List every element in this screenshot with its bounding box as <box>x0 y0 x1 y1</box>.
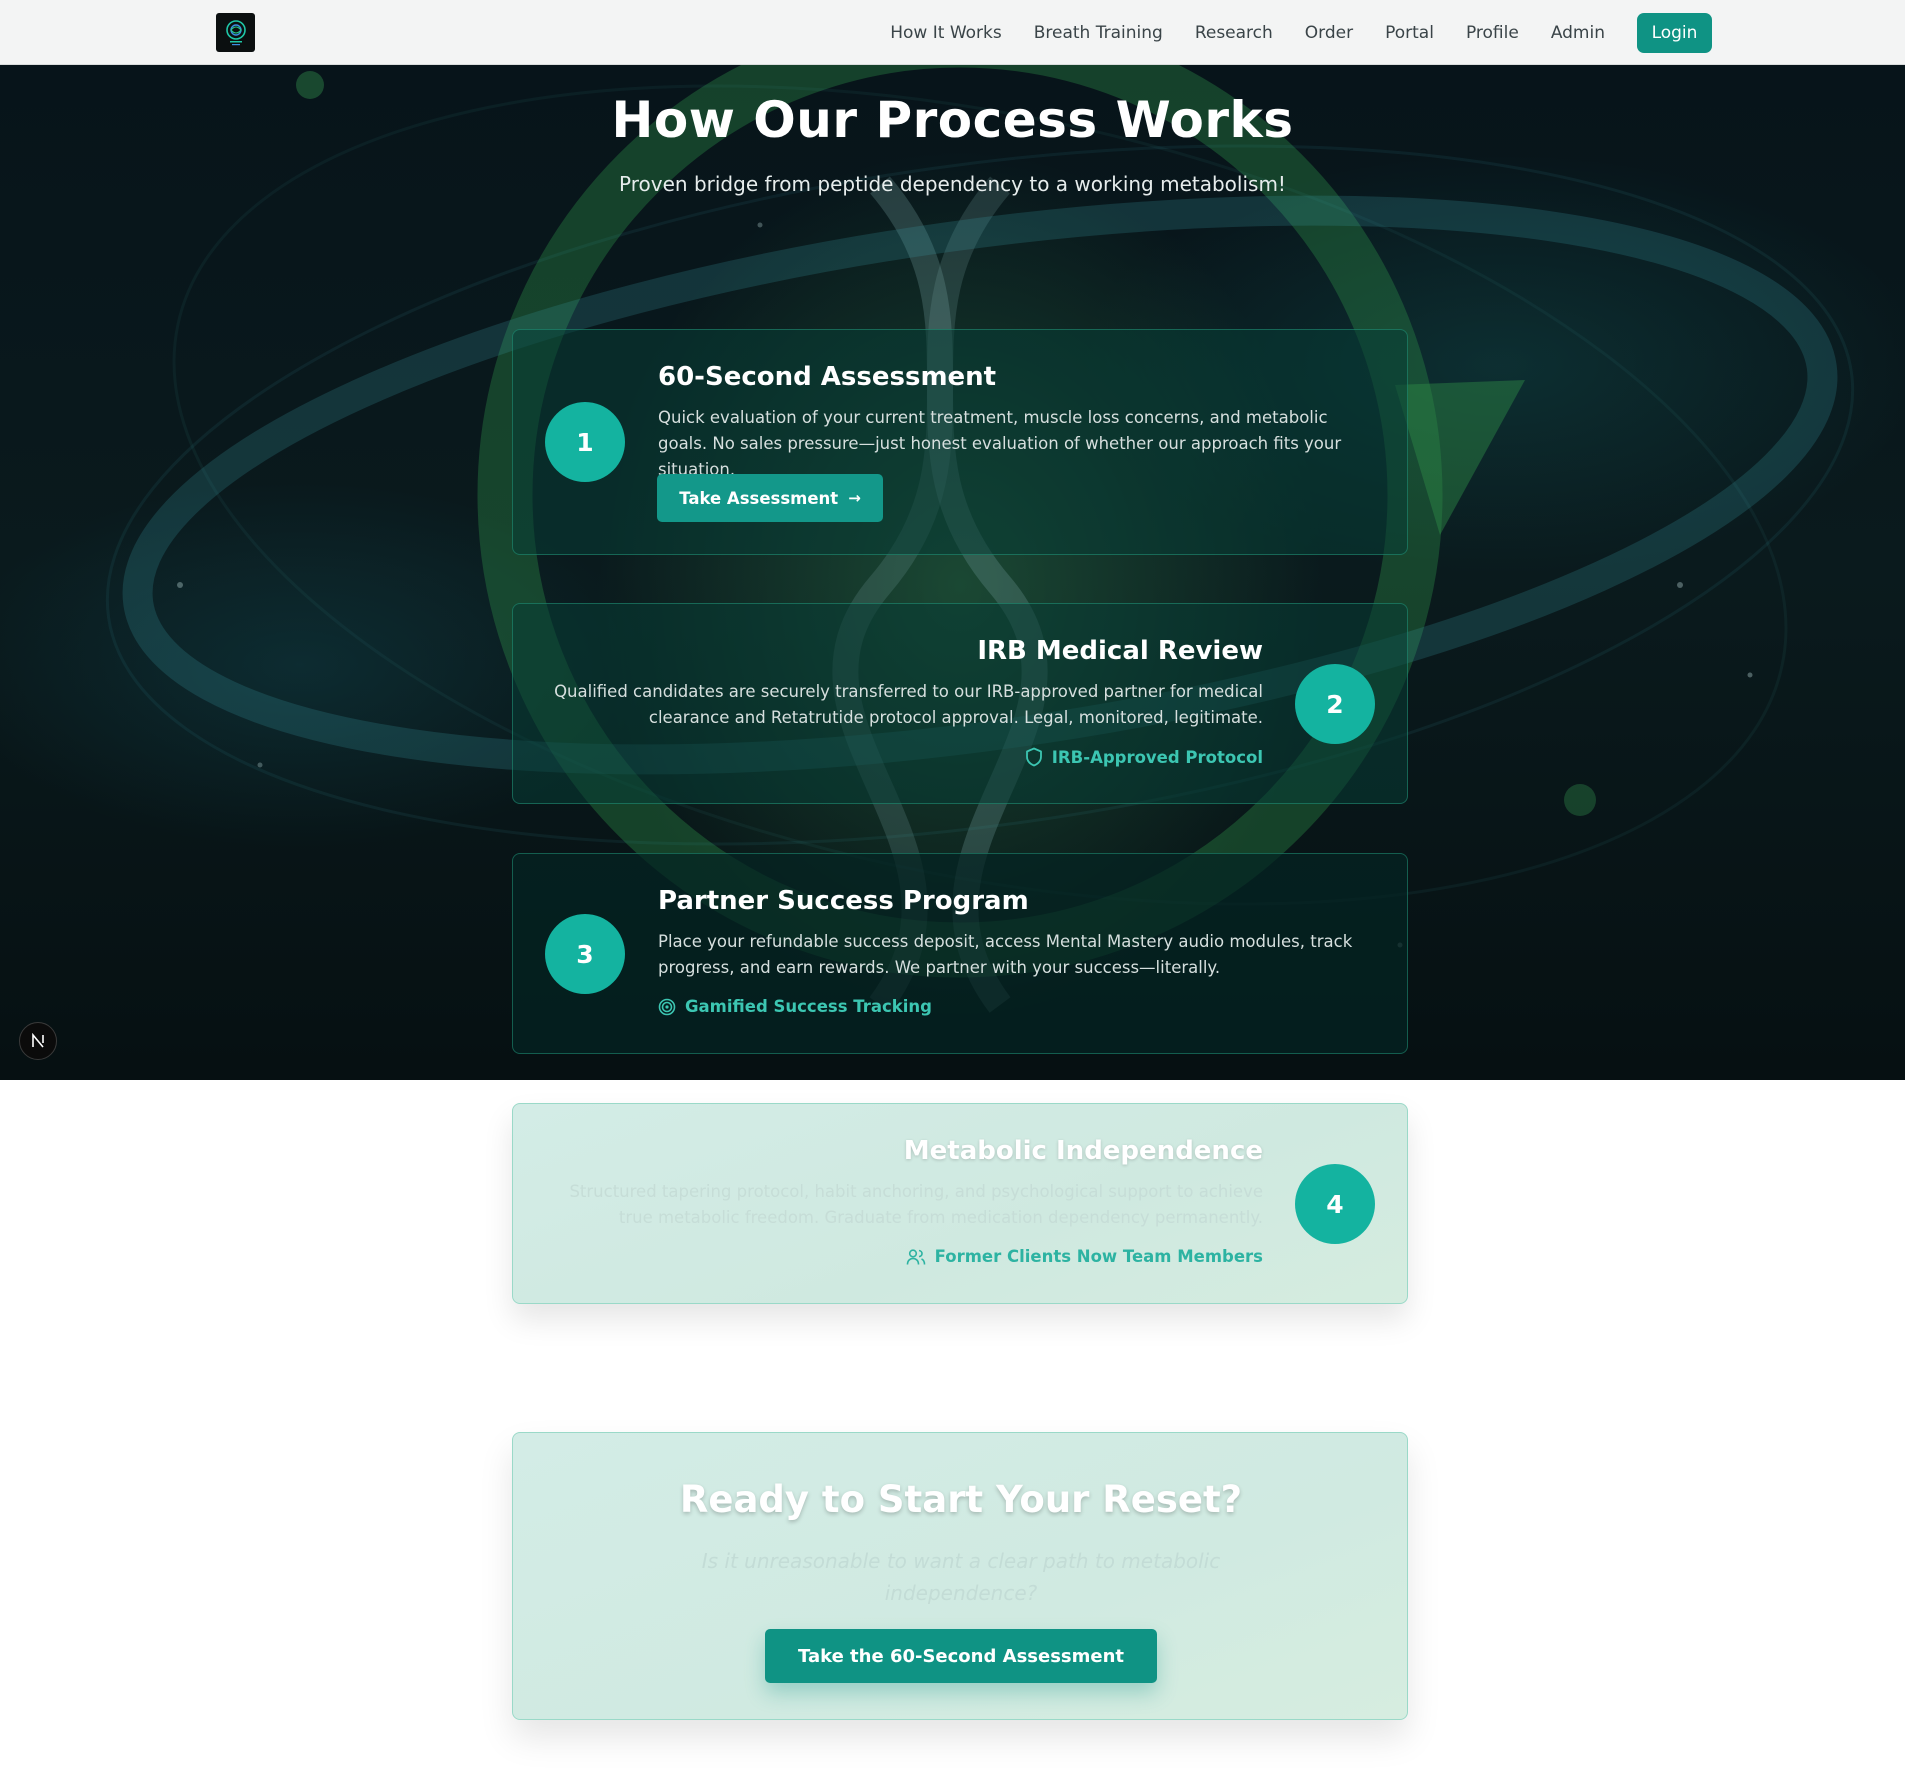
step-card-1: 1 60-Second Assessment Quick evaluation … <box>512 329 1408 555</box>
hero-section: How Our Process Works Proven bridge from… <box>0 65 1905 1080</box>
hero-title: How Our Process Works <box>611 91 1294 149</box>
nav-links: How It Works Breath Training Research Or… <box>890 0 1905 65</box>
step-title-4: Metabolic Independence <box>903 1136 1263 1166</box>
step-card-3: 3 Partner Success Program Place your ref… <box>512 853 1408 1054</box>
cta-subtitle: Is it unreasonable to want a clear path … <box>701 1549 1221 1605</box>
cta-section: Ready to Start Your Reset? Is it unreaso… <box>512 1432 1408 1720</box>
top-navbar: How It Works Breath Training Research Or… <box>0 0 1905 65</box>
step-text-3: Place your refundable success deposit, a… <box>658 932 1353 977</box>
cta-title: Ready to Start Your Reset? <box>679 1478 1243 1521</box>
step-number-2: 2 <box>1295 664 1375 744</box>
step-card-4: 4 Metabolic Independence Structured tape… <box>512 1103 1408 1304</box>
nav-link-breath-training[interactable]: Breath Training <box>1034 23 1163 43</box>
nav-link-profile[interactable]: Profile <box>1466 23 1519 43</box>
step-text-4: Structured tapering protocol, habit anch… <box>569 1182 1263 1227</box>
nav-link-order[interactable]: Order <box>1305 23 1353 43</box>
login-button[interactable]: Login <box>1637 12 1712 53</box>
n-logo-icon <box>32 1033 44 1048</box>
step-title-1: 60-Second Assessment <box>658 362 997 392</box>
nav-link-research[interactable]: Research <box>1195 23 1273 43</box>
step-number-3: 3 <box>545 914 625 994</box>
shield-icon <box>1025 747 1042 767</box>
step-title-2: IRB Medical Review <box>977 636 1263 666</box>
take-60-second-assessment-button[interactable]: Take the 60-Second Assessment <box>765 1629 1157 1683</box>
take-assessment-label: Take Assessment <box>679 488 839 508</box>
step-title-3: Partner Success Program <box>658 886 1029 916</box>
step-number-1: 1 <box>545 402 625 482</box>
arrow-right-icon: → <box>848 489 861 507</box>
step-card-2: 2 IRB Medical Review Qualified candidate… <box>512 603 1408 804</box>
step-tag-3: Gamified Success Tracking <box>658 997 932 1016</box>
step-text-2: Qualified candidates are securely transf… <box>554 682 1263 727</box>
nav-link-admin[interactable]: Admin <box>1551 23 1605 43</box>
step-text-1: Quick evaluation of your current treatme… <box>658 408 1342 479</box>
take-assessment-button[interactable]: Take Assessment → <box>657 474 883 522</box>
nextjs-devtools-badge[interactable] <box>19 1022 57 1060</box>
step-tag-label-4: Former Clients Now Team Members <box>934 1247 1263 1266</box>
hero-subtitle: Proven bridge from peptide dependency to… <box>619 172 1286 196</box>
users-icon <box>906 1248 925 1265</box>
step-tag-4: Former Clients Now Team Members <box>906 1247 1263 1266</box>
nav-link-portal[interactable]: Portal <box>1385 23 1434 43</box>
step-tag-2: IRB-Approved Protocol <box>1025 747 1263 767</box>
brain-logo-icon[interactable] <box>216 13 255 52</box>
target-icon <box>658 998 676 1015</box>
step-number-4: 4 <box>1295 1164 1375 1244</box>
step-tag-label-2: IRB-Approved Protocol <box>1051 747 1263 767</box>
nav-link-how-it-works[interactable]: How It Works <box>890 23 1001 43</box>
step-tag-label-3: Gamified Success Tracking <box>685 997 932 1016</box>
